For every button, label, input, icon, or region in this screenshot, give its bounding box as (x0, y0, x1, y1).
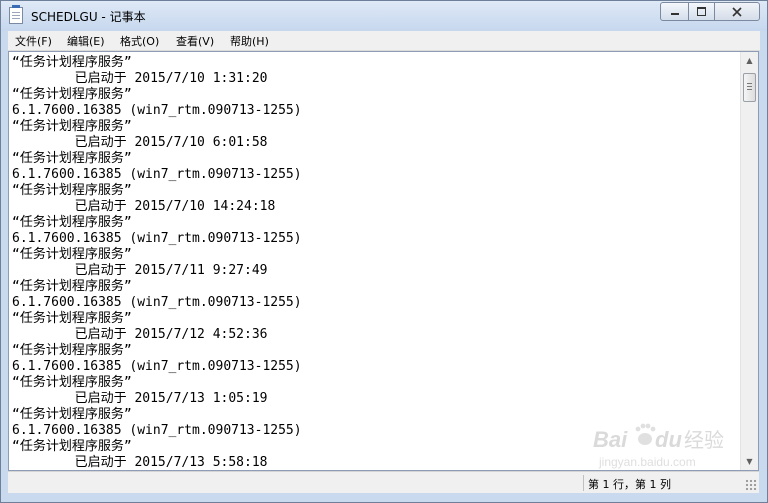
text-line: “任务计划程序服务” (12, 215, 132, 230)
text-line: “任务计划程序服务” (12, 151, 132, 166)
text-line: 6.1.7600.16385 (win7_rtm.090713-1255) (12, 359, 302, 374)
vertical-scrollbar[interactable]: ▲ ▼ (740, 52, 758, 470)
menu-bar: 文件(F) 编辑(E) 格式(O) 查看(V) 帮助(H) (8, 31, 760, 51)
minimize-icon (670, 13, 679, 15)
status-bar: 第 1 行，第 1 列 (8, 471, 759, 493)
text-line: 6.1.7600.16385 (win7_rtm.090713-1255) (12, 103, 302, 118)
close-icon (732, 7, 742, 17)
text-line: “任务计划程序服务” (12, 119, 132, 134)
scroll-down-arrow-icon[interactable]: ▼ (741, 453, 758, 470)
menu-help[interactable]: 帮助(H) (230, 33, 269, 49)
text-editor[interactable]: “任务计划程序服务” 已启动于 2015/7/10 1:31:20 “任务计划程序… (8, 51, 759, 471)
cursor-position: 第 1 行，第 1 列 (588, 478, 671, 491)
text-line: 已启动于 2015/7/11 9:27:49 (12, 263, 268, 278)
text-line: 已启动于 2015/7/10 1:31:20 (12, 71, 268, 86)
notepad-icon (9, 5, 23, 24)
document-text[interactable]: “任务计划程序服务” 已启动于 2015/7/10 1:31:20 “任务计划程序… (12, 55, 740, 469)
text-line: 已启动于 2015/7/13 5:58:18 (12, 455, 268, 469)
text-line: “任务计划程序服务” (12, 343, 132, 358)
title-bar[interactable]: SCHEDLGU - 记事本 (1, 1, 767, 31)
text-line: “任务计划程序服务” (12, 183, 132, 198)
menu-edit[interactable]: 编辑(E) (67, 33, 105, 49)
text-line: 6.1.7600.16385 (win7_rtm.090713-1255) (12, 231, 302, 246)
minimize-button[interactable] (660, 2, 689, 21)
text-line: “任务计划程序服务” (12, 311, 132, 326)
menu-file[interactable]: 文件(F) (15, 33, 52, 49)
text-line: 6.1.7600.16385 (win7_rtm.090713-1255) (12, 167, 302, 182)
text-line: “任务计划程序服务” (12, 407, 132, 422)
menu-format[interactable]: 格式(O) (120, 33, 159, 49)
status-divider (583, 475, 584, 491)
maximize-icon (697, 7, 706, 16)
text-line: “任务计划程序服务” (12, 439, 132, 454)
text-line: “任务计划程序服务” (12, 375, 132, 390)
text-line: 已启动于 2015/7/10 14:24:18 (12, 199, 276, 214)
text-line: 已启动于 2015/7/10 6:01:58 (12, 135, 268, 150)
text-line: 6.1.7600.16385 (win7_rtm.090713-1255) (12, 423, 302, 438)
menu-view[interactable]: 查看(V) (176, 33, 214, 49)
text-line: 已启动于 2015/7/13 1:05:19 (12, 391, 268, 406)
text-line: 已启动于 2015/7/12 4:52:36 (12, 327, 268, 342)
notepad-window: SCHEDLGU - 记事本 文件(F) 编辑(E) 格式(O) 查看(V) 帮… (0, 0, 768, 503)
scroll-thumb[interactable] (743, 73, 756, 102)
text-line: “任务计划程序服务” (12, 87, 132, 102)
text-line: 6.1.7600.16385 (win7_rtm.090713-1255) (12, 295, 302, 310)
close-button[interactable] (714, 2, 760, 21)
scroll-up-arrow-icon[interactable]: ▲ (741, 52, 758, 69)
window-title: SCHEDLGU - 记事本 (31, 10, 146, 24)
text-line: “任务计划程序服务” (12, 279, 132, 294)
text-line: “任务计划程序服务” (12, 247, 132, 262)
maximize-button[interactable] (688, 2, 715, 21)
resize-grip-icon[interactable] (745, 479, 757, 491)
text-line: “任务计划程序服务” (12, 55, 132, 70)
